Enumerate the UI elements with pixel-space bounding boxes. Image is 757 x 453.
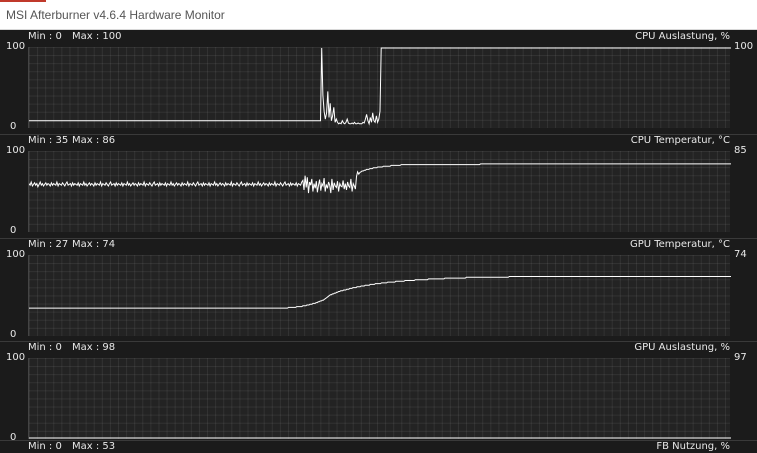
graph-min-label: Min : 0 (28, 31, 62, 42)
graph-name: CPU Temperatur, °C (630, 135, 730, 146)
graph-name: GPU Auslastung, % (634, 342, 730, 353)
graph-max-label: Max : 53 (72, 441, 116, 452)
graph-plot-area (28, 151, 731, 232)
title-accent-bar (0, 0, 46, 2)
hardware-monitor-graphs[interactable]: Min : 0 Max : 100 CPU Auslastung, % 100 … (0, 31, 757, 452)
series-line-0 (29, 163, 731, 194)
cpu-temperature-line-chart (29, 163, 731, 194)
y-axis-max-label: 100 (6, 145, 26, 156)
y-axis-min-label: 0 (10, 329, 17, 340)
graph-max-label: Max : 98 (72, 342, 116, 353)
graph-min-label: Min : 0 (28, 441, 62, 452)
y-axis-max-label: 100 (6, 249, 26, 260)
gpu-temperature-line-chart (29, 276, 731, 309)
current-value: 85 (734, 145, 747, 156)
graph-gpu-usage[interactable]: Min : 0 Max : 98 GPU Auslastung, % 100 0… (0, 342, 757, 444)
graph-plot-area (28, 47, 731, 128)
y-axis-max-label: 100 (6, 352, 26, 363)
window-title-bar[interactable]: MSI Afterburner v4.6.4 Hardware Monitor (0, 0, 757, 30)
graph-plot-area (28, 255, 731, 336)
current-value: 97 (734, 352, 747, 363)
graph-max-label: Max : 86 (72, 135, 116, 146)
cpu-usage-line-chart (29, 47, 731, 126)
graph-cpu-temperature[interactable]: Min : 35 Max : 86 CPU Temperatur, °C 100… (0, 135, 757, 237)
graph-name: FB Nutzung, % (656, 441, 730, 452)
window-title: MSI Afterburner v4.6.4 Hardware Monitor (6, 8, 225, 22)
graph-name: CPU Auslastung, % (635, 31, 730, 42)
graph-name: GPU Temperatur, °C (629, 239, 730, 250)
graph-gpu-temperature[interactable]: Min : 27 Max : 74 GPU Temperatur, °C 100… (0, 239, 757, 341)
graph-min-label: Min : 27 (28, 239, 69, 250)
graph-min-label: Min : 0 (28, 342, 62, 353)
graph-fb-usage[interactable]: Min : 0 Max : 53 FB Nutzung, % (0, 441, 757, 453)
graph-max-label: Max : 100 (72, 31, 122, 42)
current-value: 74 (734, 249, 747, 260)
y-axis-min-label: 0 (10, 121, 17, 132)
current-value: 100 (734, 41, 754, 52)
graph-min-label: Min : 35 (28, 135, 69, 146)
graph-cpu-usage[interactable]: Min : 0 Max : 100 CPU Auslastung, % 100 … (0, 31, 757, 133)
y-axis-min-label: 0 (10, 225, 17, 236)
graph-plot-area (28, 358, 731, 439)
series-line-0 (29, 276, 731, 309)
graph-max-label: Max : 74 (72, 239, 116, 250)
y-axis-max-label: 100 (6, 41, 26, 52)
gpu-usage-line-chart (29, 437, 731, 439)
series-line-0 (29, 47, 731, 126)
